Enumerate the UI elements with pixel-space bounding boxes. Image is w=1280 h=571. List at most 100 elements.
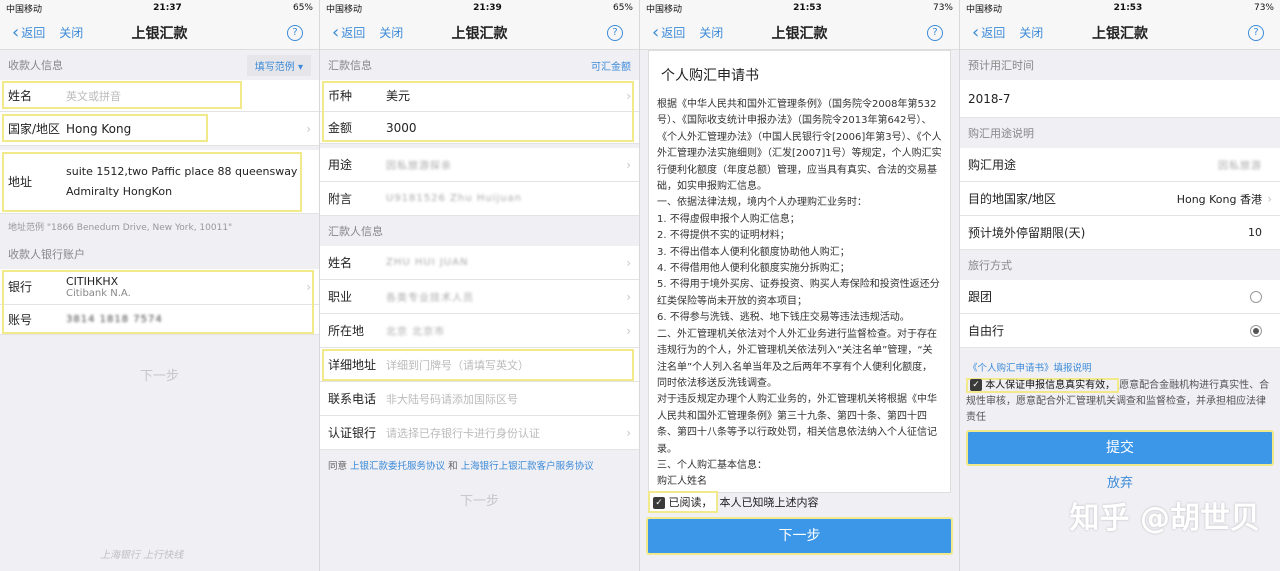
detail-address-row[interactable]: 详细地址 详细到门牌号（请填写英文） bbox=[320, 348, 639, 382]
watermark: 知乎 @胡世贝 bbox=[1069, 501, 1260, 536]
purpose-value: 因私旅游探亲 bbox=[386, 161, 452, 172]
document-item: 三、个人购汇基本信息： bbox=[657, 459, 767, 471]
back-button[interactable]: ‹ 返回 bbox=[652, 23, 686, 42]
radio-independent[interactable] bbox=[1250, 324, 1262, 337]
remark-label: 附言 bbox=[328, 192, 353, 206]
clock: 21:39 bbox=[473, 3, 502, 13]
sender-name-row[interactable]: 姓名 ZHU HUI JUAN › bbox=[320, 246, 639, 280]
clock: 21:53 bbox=[793, 3, 822, 13]
section-title: 汇款人信息 bbox=[328, 225, 383, 238]
agreement-link-1[interactable]: 上银汇款委托服务协议 bbox=[350, 461, 445, 472]
auth-bank-label: 认证银行 bbox=[328, 426, 377, 440]
next-button[interactable]: 下一步 bbox=[320, 490, 639, 509]
job-value: 各类专业技术人员 bbox=[386, 293, 474, 304]
help-icon[interactable]: ? bbox=[287, 24, 303, 41]
back-label: 返回 bbox=[341, 26, 366, 40]
agreement-link-2[interactable]: 上海银行上银汇款客户服务协议 bbox=[461, 461, 594, 472]
phone-field[interactable]: 非大陆号码请添加国际区号 bbox=[386, 391, 518, 407]
agree-prefix: 同意 bbox=[328, 461, 348, 472]
bank-row[interactable]: 银行 CITIHKHX Citibank N.A. › bbox=[0, 269, 319, 305]
close-button[interactable]: 关闭 bbox=[699, 24, 723, 41]
stay-label: 预计境外停留期限(天) bbox=[968, 226, 1086, 240]
close-button[interactable]: 关闭 bbox=[379, 24, 403, 41]
back-label: 返回 bbox=[21, 26, 46, 40]
close-button[interactable]: 关闭 bbox=[1019, 24, 1043, 41]
section-remit: 汇款信息 可汇金额 bbox=[320, 50, 639, 80]
stay-row[interactable]: 预计境外停留期限(天) 10 bbox=[960, 216, 1280, 250]
job-row[interactable]: 职业 各类专业技术人员 › bbox=[320, 280, 639, 314]
time-value[interactable]: 2018-7 bbox=[968, 92, 1011, 106]
address-hint: 地址范例 "1866 Benedum Drive, New York, 1001… bbox=[8, 223, 233, 233]
nav-bar: ‹ 返回 关闭 上银汇款 ? bbox=[960, 16, 1280, 50]
document-item: 对于违反规定办理个人购汇业务的，外汇管理机关将根据《中华人民共和国外汇管理条例》… bbox=[657, 394, 937, 455]
back-button[interactable]: ‹ 返回 bbox=[332, 23, 366, 42]
guarantee-checkbox[interactable]: ✓ 本人保证申报信息真实有效， bbox=[966, 378, 1120, 393]
back-button[interactable]: ‹ 返回 bbox=[972, 21, 1005, 43]
document-title: 个人购汇申请书 bbox=[661, 68, 759, 84]
help-icon[interactable]: ? bbox=[1248, 24, 1264, 41]
name-row[interactable]: 姓名 英文或拼音 bbox=[0, 80, 319, 112]
radio-group-tour[interactable] bbox=[1250, 290, 1262, 303]
read-checkbox-box[interactable]: ✓ 已阅读， bbox=[648, 491, 718, 513]
remark-field[interactable]: U9181526 Zhu Huijuan bbox=[386, 193, 522, 204]
travel-option-group[interactable]: 跟团 bbox=[960, 280, 1280, 314]
auth-bank-field[interactable]: 请选择已存银行卡进行身份认证 bbox=[386, 425, 540, 441]
abandon-button[interactable]: 放弃 bbox=[960, 472, 1280, 491]
carrier-label: 中国移动 bbox=[646, 4, 683, 15]
next-button[interactable]: 下一步 bbox=[0, 365, 319, 384]
document-item: 3. 不得出借本人便利化额度协助他人购汇； bbox=[657, 246, 850, 258]
purpose-value: 因私旅游 bbox=[1218, 161, 1262, 172]
travel-option-independent[interactable]: 自由行 bbox=[960, 314, 1280, 348]
remark-row[interactable]: 附言 U9181526 Zhu Huijuan bbox=[320, 182, 639, 216]
section-purpose: 购汇用途说明 bbox=[960, 118, 1280, 148]
nav-bar: ‹ 返回 关闭 上银汇款 ? bbox=[0, 16, 319, 50]
instructions-link[interactable]: 《个人购汇申请书》填报说明 bbox=[960, 348, 1280, 374]
close-button[interactable]: 关闭 bbox=[59, 24, 83, 41]
time-row[interactable]: 2018-7 bbox=[960, 80, 1280, 118]
account-row[interactable]: 账号 3814 1818 7574 bbox=[0, 304, 319, 335]
application-document[interactable]: 个人购汇申请书 根据《中华人民共和国外汇管理条例》（国务院令2008年第532号… bbox=[648, 50, 951, 493]
guarantee-bold: 本人保证申报信息真实有效， bbox=[985, 380, 1116, 391]
currency-row[interactable]: 币种 美元 › bbox=[320, 80, 639, 112]
section-travel: 旅行方式 bbox=[960, 250, 1280, 280]
back-label: 返回 bbox=[661, 26, 686, 40]
highlight-box bbox=[322, 349, 634, 381]
location-row[interactable]: 所在地 北京 北京市 › bbox=[320, 314, 639, 348]
help-icon[interactable]: ? bbox=[607, 24, 623, 41]
account-field[interactable]: 3814 1818 7574 bbox=[66, 314, 163, 325]
highlight-box bbox=[2, 81, 242, 109]
available-amount-link[interactable]: 可汇金额 bbox=[591, 58, 631, 73]
stay-field[interactable]: 10 bbox=[1248, 226, 1262, 239]
phone-label: 联系电话 bbox=[328, 392, 377, 406]
battery-level: 73% bbox=[932, 3, 953, 13]
chevron-left-icon: ‹ bbox=[972, 21, 980, 43]
back-button[interactable]: ‹ 返回 bbox=[12, 23, 46, 42]
guarantee-block[interactable]: ✓ 本人保证申报信息真实有效， 愿意配合金融机构进行真实性、合规性审核，愿意配合外… bbox=[960, 374, 1280, 426]
auth-bank-row[interactable]: 认证银行 请选择已存银行卡进行身份认证 › bbox=[320, 416, 639, 450]
chevron-right-icon: › bbox=[626, 289, 631, 304]
next-button[interactable]: 下一步 bbox=[646, 517, 953, 555]
purpose-row[interactable]: 用途 因私旅游探亲 › bbox=[320, 148, 639, 182]
destination-row[interactable]: 目的地国家/地区 Hong Kong 香港 › bbox=[960, 182, 1280, 216]
example-dropdown[interactable]: 填写范例 ▾ bbox=[246, 54, 311, 76]
option-independent-label: 自由行 bbox=[968, 324, 1005, 338]
section-title: 收款人银行账户 bbox=[8, 248, 85, 261]
battery-level: 65% bbox=[612, 3, 633, 13]
chevron-right-icon: › bbox=[626, 157, 631, 172]
submit-button[interactable]: 提交 bbox=[966, 430, 1274, 466]
page-title: 上银汇款 bbox=[1092, 25, 1148, 42]
chevron-right-icon: › bbox=[626, 255, 631, 270]
help-icon[interactable]: ? bbox=[927, 24, 943, 41]
section-title: 汇款信息 bbox=[328, 59, 372, 72]
battery-level: 65% bbox=[292, 3, 313, 13]
phone-row[interactable]: 联系电话 非大陆号码请添加国际区号 bbox=[320, 382, 639, 416]
address-row[interactable]: 地址 suite 1512,two Paffic place 88 queens… bbox=[0, 150, 319, 214]
section-title: 预计用汇时间 bbox=[968, 59, 1034, 72]
country-row[interactable]: 国家/地区 Hong Kong › bbox=[0, 112, 319, 146]
read-confirm[interactable]: ✓ 已阅读， 本人已知晓上述内容 bbox=[648, 491, 951, 513]
amount-row[interactable]: 金额 3000 bbox=[320, 111, 639, 144]
purpose-row[interactable]: 购汇用途 因私旅游 bbox=[960, 148, 1280, 182]
section-title: 旅行方式 bbox=[968, 259, 1012, 272]
section-time: 预计用汇时间 bbox=[960, 50, 1280, 80]
read-checkbox-label: 已阅读， bbox=[668, 496, 713, 509]
